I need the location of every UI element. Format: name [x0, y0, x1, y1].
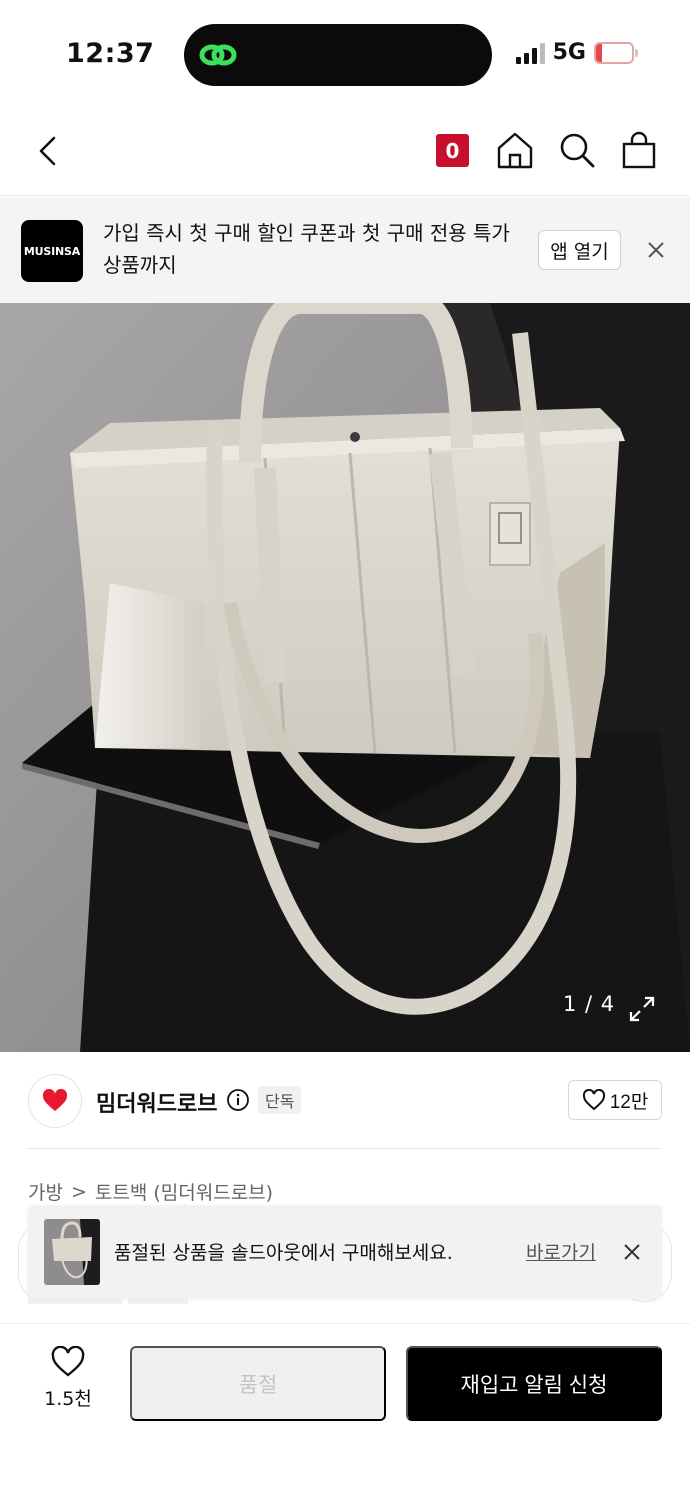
search-icon[interactable] — [557, 130, 597, 170]
brand-row: 밈더워드로브 단독 12만 — [28, 1074, 662, 1130]
soldout-toast: 품절된 상품을 솔드아웃에서 구매해보세요. 바로가기 — [28, 1205, 662, 1299]
battery-icon: 18 — [594, 41, 638, 64]
signal-icon — [515, 42, 545, 64]
back-icon[interactable] — [30, 132, 68, 170]
product-photo — [0, 303, 690, 1052]
heart-icon — [51, 1346, 85, 1377]
battery-percent: 18 — [603, 43, 625, 62]
image-counter: 1 / 4 — [563, 992, 616, 1016]
brand-like-button[interactable]: 12만 — [568, 1080, 662, 1120]
close-icon[interactable] — [621, 1241, 643, 1263]
product-image-carousel[interactable] — [0, 303, 690, 1052]
breadcrumb-separator: > — [70, 1180, 87, 1203]
status-bar: 12:37 5G 18 — [0, 0, 690, 106]
exclusive-badge: 단독 — [258, 1086, 302, 1114]
status-time: 12:37 — [66, 38, 155, 69]
top-nav: 0 — [0, 106, 690, 196]
toast-message: 품절된 상품을 솔드아웃에서 구매해보세요. — [114, 1242, 453, 1264]
divider — [28, 1148, 662, 1149]
home-icon[interactable] — [495, 130, 535, 170]
status-indicators: 5G 18 — [515, 40, 638, 65]
soldout-button: 품절 — [130, 1346, 386, 1421]
wishlist-button[interactable]: 1.5천 — [30, 1346, 106, 1422]
wishlist-count: 1.5천 — [44, 1388, 92, 1410]
close-icon[interactable] — [642, 236, 670, 264]
restock-alert-button[interactable]: 재입고 알림 신청 — [406, 1346, 662, 1421]
app-open-button[interactable]: 앱 열기 — [538, 230, 621, 270]
heart-logo-icon — [42, 1089, 68, 1111]
heart-icon — [582, 1089, 605, 1111]
brand-name[interactable]: 밈더워드로브 — [96, 1086, 217, 1118]
musinsa-logo: MUSINSA — [21, 220, 83, 282]
info-icon[interactable] — [226, 1088, 250, 1112]
banner-message: 가입 즉시 첫 구매 할인 쿠폰과 첫 구매 전용 특가 상품까지 — [103, 221, 510, 277]
brand-avatar[interactable] — [28, 1074, 82, 1128]
link-icon — [199, 44, 237, 66]
dynamic-island — [184, 24, 492, 86]
breadcrumb: 가방 > 토트백 (밈더워드로브) — [28, 1178, 273, 1205]
breadcrumb-subcategory[interactable]: 토트백 (밈더워드로브) — [95, 1178, 273, 1205]
toast-shortcut-link[interactable]: 바로가기 — [526, 1238, 596, 1265]
app-install-banner: MUSINSA 가입 즉시 첫 구매 할인 쿠폰과 첫 구매 전용 특가 상품까… — [0, 197, 690, 303]
breadcrumb-category[interactable]: 가방 — [28, 1178, 63, 1205]
brand-like-count: 12만 — [609, 1091, 649, 1113]
expand-icon[interactable] — [628, 995, 656, 1023]
bottom-action-bar: 1.5천 품절 재입고 알림 신청 — [0, 1323, 690, 1500]
shopping-bag-icon[interactable] — [619, 130, 659, 170]
network-label: 5G — [552, 40, 586, 65]
cart-count-badge[interactable]: 0 — [436, 134, 469, 167]
toast-product-thumbnail — [44, 1219, 100, 1285]
